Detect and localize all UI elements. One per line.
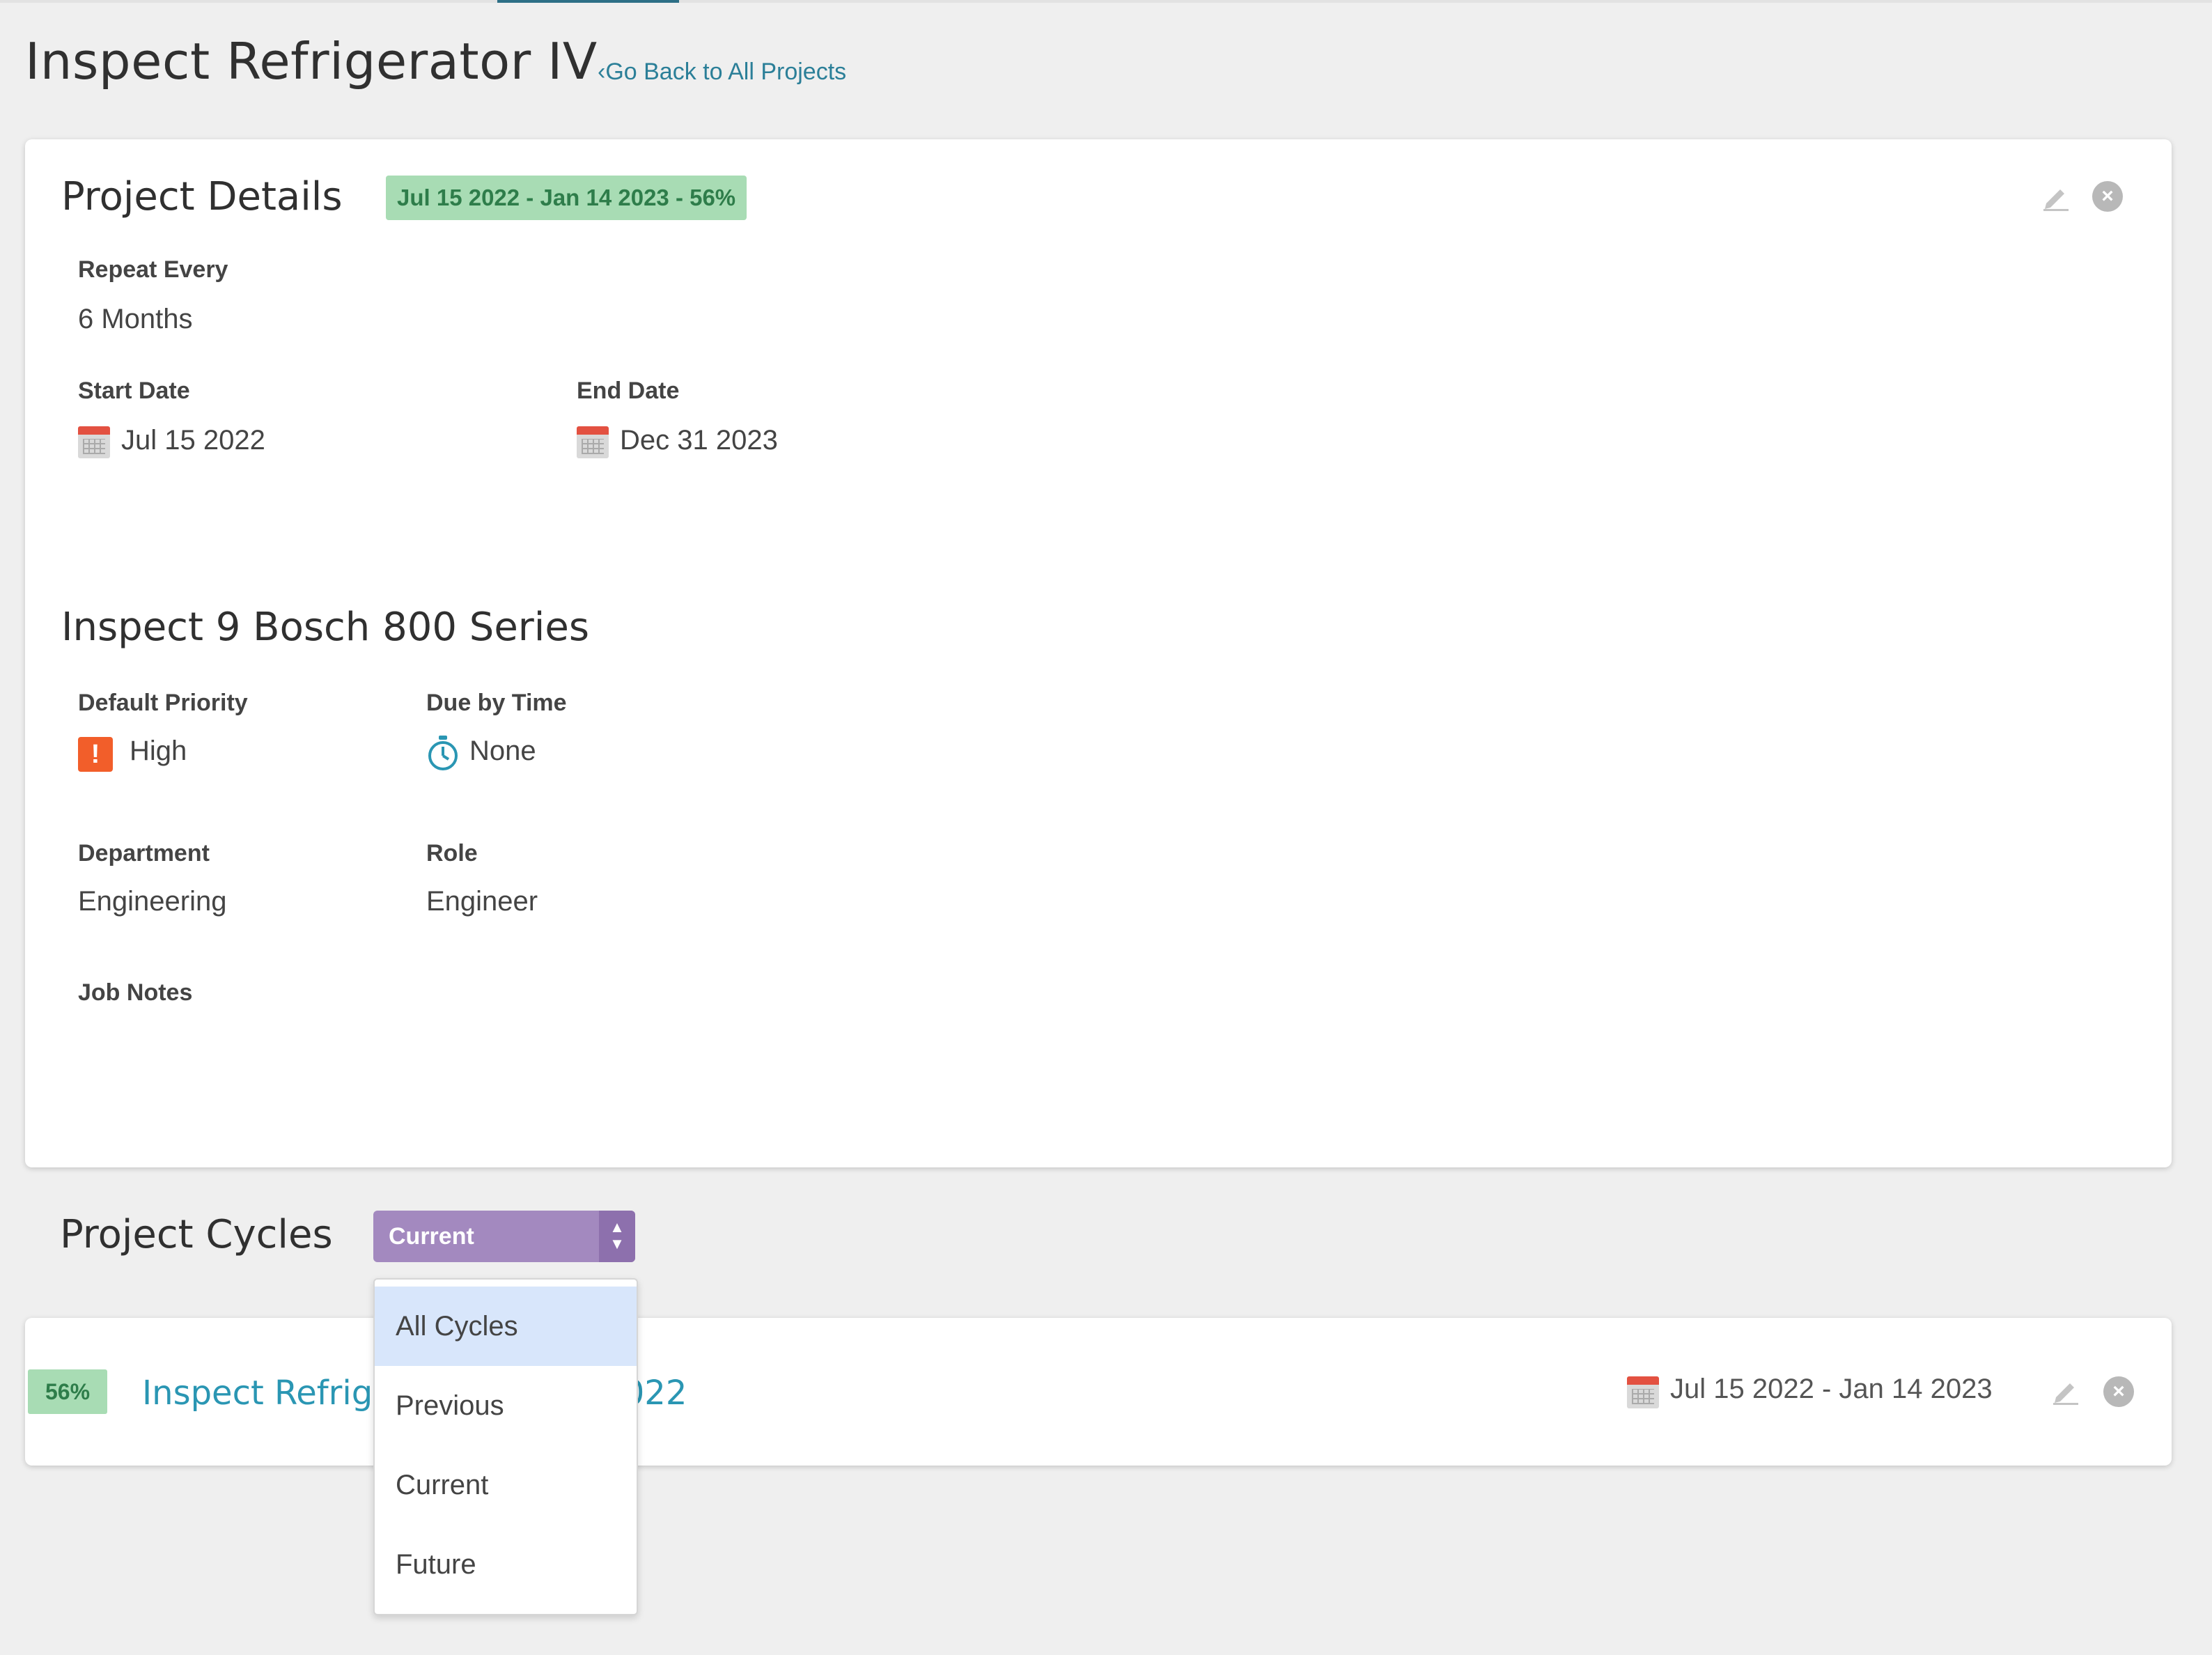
department-label: Department (78, 840, 210, 867)
page-title: Inspect Refrigerator IV (25, 32, 598, 91)
due-time-value: None (469, 736, 536, 766)
cycle-name-left: Inspect Refrige (142, 1374, 394, 1413)
edit-cycle-button[interactable] (2050, 1375, 2081, 1409)
pencil-icon (2053, 1383, 2078, 1405)
project-details-card: Project Details Jul 15 2022 - Jan 14 202… (25, 139, 2172, 1167)
option-current[interactable]: Current (375, 1445, 637, 1525)
edit-project-button[interactable] (2041, 181, 2071, 215)
top-nav-active-indicator (497, 0, 679, 3)
end-date-value: Dec 31 2023 (620, 425, 778, 456)
pencil-icon (2043, 189, 2069, 211)
project-details-heading: Project Details (61, 174, 343, 219)
close-circle-icon: × (2101, 185, 2114, 208)
repeat-value: 6 Months (78, 304, 193, 334)
chevron-left-icon: ‹ (598, 59, 606, 85)
cycle-row-card: 56% Inspect Refrige 022 Jul 15 2022 - Jan… (25, 1318, 2172, 1466)
priority-label: Default Priority (78, 690, 248, 716)
start-date-value: Jul 15 2022 (121, 425, 265, 456)
cycle-range-badge: Jul 15 2022 - Jan 14 2023 - 56% (386, 176, 747, 220)
cycles-dropdown-menu: All Cycles Previous Current Future (373, 1278, 638, 1615)
priority-value: High (130, 736, 187, 766)
cycle-percent-badge: 56% (28, 1369, 107, 1414)
start-date-label: Start Date (78, 378, 190, 404)
stopwatch-icon (428, 736, 458, 770)
cycle-date-range: Jul 15 2022 - Jan 14 2023 (1670, 1374, 1993, 1404)
cycles-selected-value: Current (389, 1223, 474, 1250)
job-notes-label: Job Notes (78, 979, 193, 1006)
repeat-label: Repeat Every (78, 256, 228, 283)
department-value: Engineering (78, 886, 227, 917)
close-circle-icon: × (2112, 1380, 2125, 1403)
end-date-label: End Date (577, 378, 680, 404)
calendar-icon (1627, 1376, 1659, 1408)
option-future[interactable]: Future (375, 1525, 637, 1604)
option-previous[interactable]: Previous (375, 1366, 637, 1445)
role-label: Role (426, 840, 478, 867)
role-value: Engineer (426, 886, 538, 917)
project-cycles-heading: Project Cycles (60, 1212, 333, 1257)
due-time-label: Due by Time (426, 690, 567, 716)
calendar-icon (577, 426, 609, 458)
back-link-label: Go Back to All Projects (605, 59, 847, 85)
task-heading: Inspect 9 Bosch 800 Series (61, 605, 589, 650)
exclamation-icon: ! (78, 737, 113, 772)
calendar-icon (78, 426, 110, 458)
back-to-projects-link[interactable]: ‹Go Back to All Projects (598, 59, 846, 86)
updown-arrows-icon: ▲ ▼ (599, 1211, 635, 1262)
delete-cycle-button[interactable]: × (2103, 1376, 2134, 1407)
delete-project-button[interactable]: × (2092, 181, 2123, 212)
option-all-cycles[interactable]: All Cycles (375, 1287, 637, 1366)
top-nav-line (0, 0, 2212, 3)
cycles-filter-select[interactable]: Current ▲ ▼ (373, 1211, 635, 1262)
